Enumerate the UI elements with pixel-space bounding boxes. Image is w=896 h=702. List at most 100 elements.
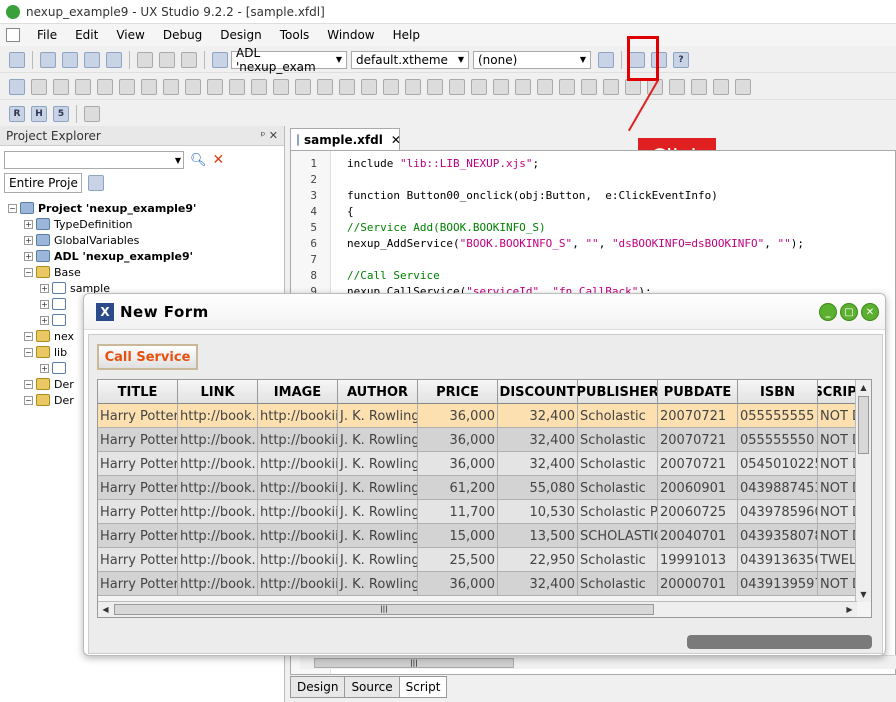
column-header[interactable]: DISCOUNT	[498, 380, 578, 404]
column-header[interactable]: ISBN	[738, 380, 818, 404]
expand-icon[interactable]: +	[40, 315, 49, 325]
table-cell[interactable]: SCHOLASTIC	[578, 524, 658, 548]
launch-icon[interactable]	[598, 51, 614, 68]
column-header[interactable]: PUBDATE	[658, 380, 738, 404]
scroll-down-icon[interactable]: ▼	[857, 588, 870, 601]
component-icon[interactable]	[493, 78, 509, 95]
table-cell[interactable]: Harry Potter	[98, 476, 178, 500]
new-project-icon[interactable]	[9, 51, 25, 68]
table-cell[interactable]: 20000701	[658, 572, 738, 596]
component-icon[interactable]	[383, 78, 399, 95]
table-cell[interactable]: 36,000	[418, 428, 498, 452]
table-cell[interactable]: http://bookii	[258, 428, 338, 452]
deploy-icon[interactable]	[84, 105, 100, 122]
table-cell[interactable]: Harry Potter	[98, 428, 178, 452]
menu-debug[interactable]: Debug	[154, 28, 211, 42]
menu-tools[interactable]: Tools	[271, 28, 319, 42]
table-row[interactable]: Harry Potter http://book. http://bookii J. …	[98, 500, 858, 524]
table-cell[interactable]: 32,400	[498, 452, 578, 476]
open-folder-icon[interactable]	[40, 51, 56, 68]
code-line[interactable]: 1 include "lib::LIB_NEXUP.xjs";	[291, 157, 539, 173]
component-icon[interactable]	[361, 78, 377, 95]
expand-icon[interactable]: −	[24, 379, 33, 389]
component-icon[interactable]	[119, 78, 135, 95]
table-cell[interactable]: http://book.	[178, 404, 258, 428]
table-cell[interactable]: 22,950	[498, 548, 578, 572]
close-icon[interactable]: ✕	[861, 303, 879, 321]
table-cell[interactable]: 0439785960	[738, 500, 818, 524]
copy-icon[interactable]	[159, 51, 175, 68]
component-icon[interactable]	[31, 78, 47, 95]
table-row[interactable]: Harry Potter http://book. http://bookii J. …	[98, 524, 858, 548]
table-cell[interactable]: 0439139597	[738, 572, 818, 596]
table-cell[interactable]: 61,200	[418, 476, 498, 500]
expand-icon[interactable]: +	[24, 235, 33, 245]
table-cell[interactable]: 15,000	[418, 524, 498, 548]
table-cell[interactable]: 36,000	[418, 572, 498, 596]
table-cell[interactable]: NOT D	[818, 524, 858, 548]
table-cell[interactable]: http://book.	[178, 452, 258, 476]
expand-icon[interactable]: +	[40, 363, 49, 373]
table-cell[interactable]: J. K. Rowling	[338, 548, 418, 572]
table-row[interactable]: Harry Potter http://book. http://bookii J. …	[98, 428, 858, 452]
explorer-search-input[interactable]: ▼	[4, 151, 184, 169]
table-cell[interactable]: 11,700	[418, 500, 498, 524]
scope-select[interactable]: Entire Proje	[4, 173, 82, 193]
component-icon[interactable]	[471, 78, 487, 95]
table-cell[interactable]: Scholastic	[578, 452, 658, 476]
table-cell[interactable]: Harry Potter	[98, 452, 178, 476]
table-cell[interactable]: J. K. Rowling	[338, 524, 418, 548]
table-cell[interactable]: 20070721	[658, 404, 738, 428]
table-cell[interactable]: http://book.	[178, 572, 258, 596]
expand-icon[interactable]: −	[24, 347, 33, 357]
table-cell[interactable]: 25,500	[418, 548, 498, 572]
r-icon[interactable]: R	[9, 105, 25, 122]
table-cell[interactable]: 32,400	[498, 404, 578, 428]
component-icon[interactable]	[317, 78, 333, 95]
table-cell[interactable]: NOT D	[818, 476, 858, 500]
table-cell[interactable]: 32,400	[498, 428, 578, 452]
maximize-icon[interactable]: □	[840, 303, 858, 321]
menu-view[interactable]: View	[107, 28, 153, 42]
table-cell[interactable]: Scholastic Pa	[578, 500, 658, 524]
scrollbar-thumb[interactable]	[858, 396, 869, 454]
call-service-button[interactable]: Call Service	[97, 344, 198, 370]
scrollbar-thumb[interactable]: |||	[114, 604, 654, 615]
table-cell[interactable]: 20060725	[658, 500, 738, 524]
table-cell[interactable]: Harry Potter	[98, 404, 178, 428]
table-cell[interactable]: 36,000	[418, 404, 498, 428]
table-cell[interactable]: 13,500	[498, 524, 578, 548]
table-cell[interactable]: http://bookii	[258, 452, 338, 476]
component-icon[interactable]	[273, 78, 289, 95]
print-icon[interactable]	[212, 51, 228, 68]
component-icon[interactable]	[163, 78, 179, 95]
expand-icon[interactable]: −	[24, 395, 33, 405]
table-row[interactable]: Harry Potter http://book. http://bookii J. …	[98, 476, 858, 500]
tree-item[interactable]: − Project 'nexup_example9'	[8, 200, 284, 216]
sync-icon[interactable]	[88, 175, 104, 191]
column-header[interactable]: ESCRIPTI	[818, 380, 858, 404]
code-line[interactable]: 4{	[291, 205, 353, 221]
table-cell[interactable]: J. K. Rowling	[338, 500, 418, 524]
component-icon[interactable]	[339, 78, 355, 95]
save-icon[interactable]	[84, 51, 100, 68]
table-row[interactable]: Harry Potter http://book. http://bookii J. …	[98, 404, 858, 428]
menu-help[interactable]: Help	[384, 28, 429, 42]
tree-item[interactable]: + GlobalVariables	[8, 232, 284, 248]
table-cell[interactable]: J. K. Rowling	[338, 476, 418, 500]
scrollbar-thumb[interactable]: |||	[314, 658, 514, 668]
table-cell[interactable]: http://bookii	[258, 524, 338, 548]
table-cell[interactable]: http://book.	[178, 524, 258, 548]
component-icon[interactable]	[713, 78, 729, 95]
theme-select[interactable]: default.xtheme ▼	[351, 50, 469, 69]
table-cell[interactable]: 0439358078	[738, 524, 818, 548]
table-cell[interactable]: Harry Potter	[98, 500, 178, 524]
code-line[interactable]: 7	[291, 253, 317, 269]
table-cell[interactable]: NOT D	[818, 572, 858, 596]
table-cell[interactable]: Scholastic	[578, 476, 658, 500]
table-cell[interactable]: 055555550	[738, 428, 818, 452]
tree-item[interactable]: + ADL 'nexup_example9'	[8, 248, 284, 264]
table-cell[interactable]: http://book.	[178, 428, 258, 452]
component-icon[interactable]	[207, 78, 223, 95]
table-cell[interactable]: Scholastic	[578, 548, 658, 572]
